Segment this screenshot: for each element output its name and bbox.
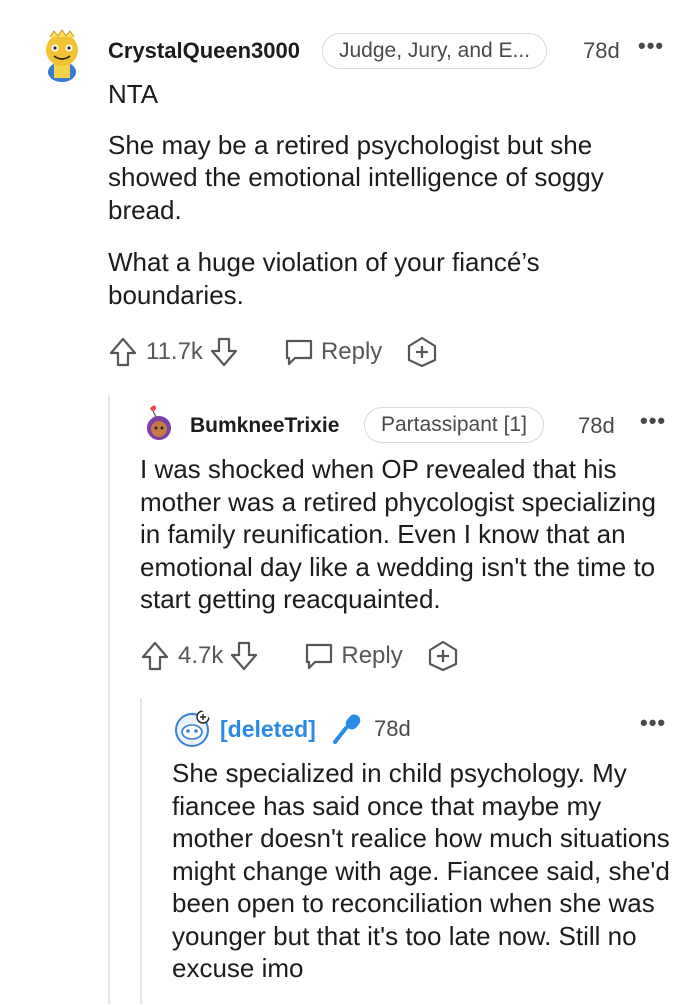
comment-paragraph: What a huge violation of your fiancé’s b… [108, 247, 540, 310]
award-plus-icon[interactable] [406, 336, 438, 368]
comment-body: NTA She may be a retired psychologist bu… [108, 78, 668, 331]
user-flair: Judge, Jury, and E... [322, 33, 548, 69]
more-dots-icon[interactable]: ••• [640, 710, 666, 736]
comment-paragraph: I was shocked when OP revealed that his … [140, 454, 656, 614]
more-dots-icon[interactable]: ••• [638, 33, 664, 59]
avatar-crystalqueen3000[interactable] [40, 28, 84, 84]
microphone-icon [330, 712, 362, 751]
comment-age: 78d [583, 38, 620, 63]
avatar-deleted [172, 708, 212, 748]
comment-author: [deleted] [220, 716, 316, 742]
reply-button[interactable]: Reply [341, 642, 402, 670]
arrow-up-icon[interactable] [108, 336, 138, 368]
award-plus-icon[interactable] [427, 640, 459, 672]
user-flair: Partassipant [1] [364, 407, 544, 443]
snoo-avatar-icon [175, 710, 210, 747]
comment-age: 78d [374, 716, 411, 741]
arrow-down-icon[interactable] [209, 336, 239, 368]
comment-paragraph: NTA [108, 79, 159, 109]
vote-score: 11.7k [146, 338, 203, 365]
vote-score: 4.7k [178, 642, 224, 669]
comment-paragraph: She may be a retired psychologist but sh… [108, 129, 604, 225]
arrow-up-icon[interactable] [140, 640, 170, 672]
comment-author[interactable]: CrystalQueen3000 [108, 38, 300, 64]
avatar-bumkneetrixie[interactable] [144, 404, 174, 446]
comment-age: 78d [578, 413, 615, 438]
speech-bubble-icon[interactable] [303, 641, 335, 671]
speech-bubble-icon[interactable] [283, 337, 315, 367]
comment-body: I was shocked when OP revealed that his … [140, 453, 670, 636]
comment-author[interactable]: BumkneeTrixie [190, 414, 339, 438]
comment-body: She specialized in child psychology. My … [172, 757, 670, 1005]
snoo-avatar-icon [46, 29, 78, 82]
more-dots-icon[interactable]: ••• [640, 408, 666, 434]
thread-line[interactable] [108, 395, 110, 1004]
reply-button[interactable]: Reply [321, 338, 382, 366]
thread-line[interactable] [140, 698, 142, 1004]
comment-paragraph: She specialized in child psychology. My … [172, 758, 670, 983]
snoo-avatar-icon [147, 405, 171, 440]
comment-actions: 11.7k Reply [108, 332, 438, 372]
arrow-down-icon[interactable] [229, 640, 259, 672]
comment-actions: 4.7k Reply [140, 636, 459, 676]
